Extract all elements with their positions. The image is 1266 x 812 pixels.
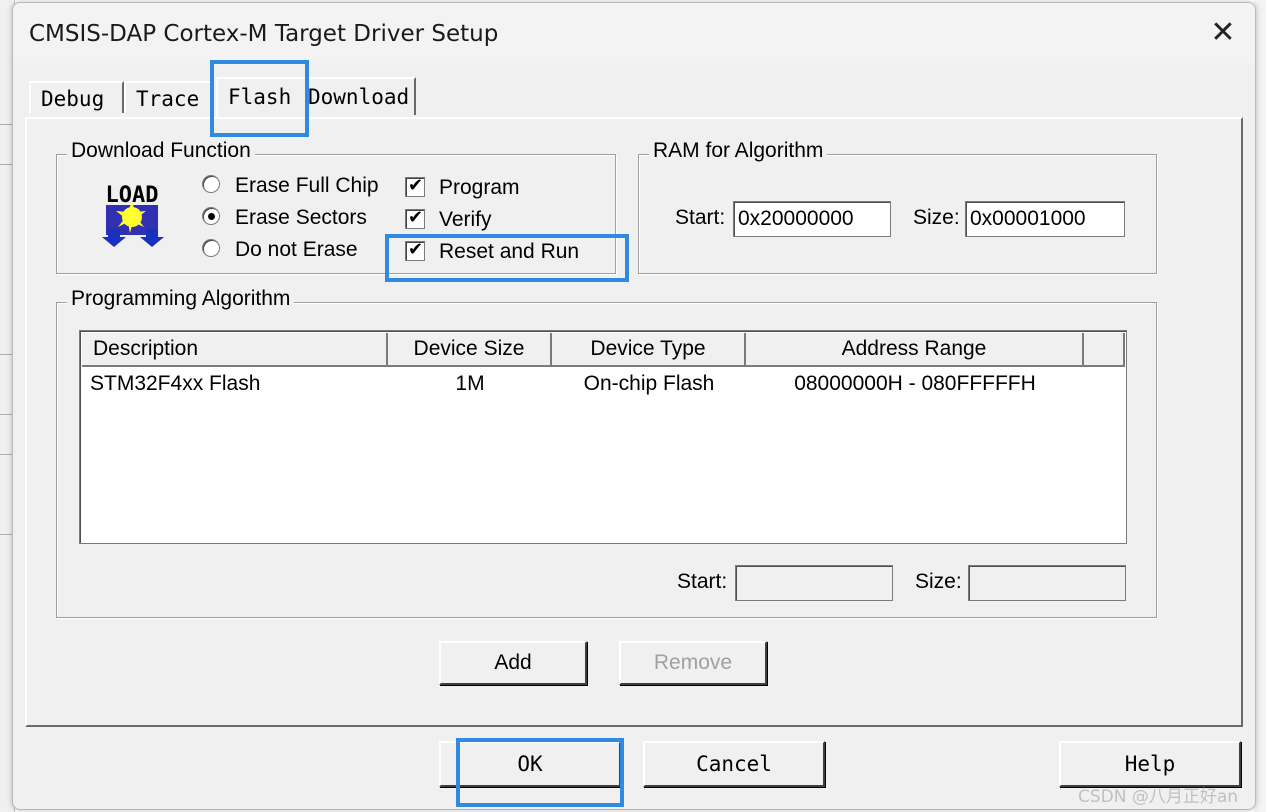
- row-description: STM32F4xx Flash: [90, 372, 261, 395]
- do-not-erase-label: Do not Erase: [235, 238, 358, 261]
- algorithm-start-input[interactable]: [735, 565, 893, 601]
- remove-button[interactable]: Remove: [619, 641, 767, 685]
- erase-sectors-label: Erase Sectors: [235, 206, 367, 229]
- column-header-address-range[interactable]: Address Range: [746, 333, 1084, 367]
- title-bar: CMSIS-DAP Cortex-M Target Driver Setup ✕: [13, 3, 1255, 63]
- checkbox-reset-and-run[interactable]: ✔: [405, 239, 425, 261]
- checkbox-program[interactable]: ✔: [405, 175, 425, 197]
- check-mark-icon: ✔: [408, 207, 424, 228]
- ram-size-input[interactable]: 0x00001000: [965, 201, 1125, 237]
- row-device-size: 1M: [455, 372, 485, 395]
- column-header-description[interactable]: Description: [82, 333, 388, 367]
- tab-trace-label: Trace: [136, 87, 200, 111]
- tab-trace[interactable]: Trace: [124, 81, 214, 113]
- dialog-window: CMSIS-DAP Cortex-M Target Driver Setup ✕…: [12, 2, 1256, 810]
- algorithm-size-label: Size:: [915, 570, 962, 593]
- column-header-device-size[interactable]: Device Size: [388, 333, 552, 367]
- column-header-address-range-label: Address Range: [841, 337, 987, 360]
- tab-download-label: Download: [308, 85, 410, 109]
- column-header-filler: [1084, 333, 1125, 367]
- help-button[interactable]: Help: [1059, 741, 1241, 787]
- column-header-description-label: Description: [93, 337, 199, 360]
- verify-label: Verify: [439, 208, 492, 231]
- row-address-range: 08000000H - 080FFFFFH: [794, 372, 1036, 395]
- radio-erase-full-chip[interactable]: [202, 175, 220, 193]
- checkbox-verify[interactable]: ✔: [405, 207, 425, 229]
- download-function-label: Download Function: [67, 139, 255, 163]
- dialog-title: CMSIS-DAP Cortex-M Target Driver Setup: [29, 21, 499, 47]
- erase-full-chip-label: Erase Full Chip: [235, 174, 379, 197]
- add-button[interactable]: Add: [439, 641, 587, 685]
- tab-debug-label: Debug: [41, 87, 105, 111]
- column-header-device-size-label: Device Size: [413, 337, 525, 360]
- radio-erase-sectors[interactable]: [202, 207, 220, 225]
- tab-debug[interactable]: Debug: [29, 81, 124, 113]
- radio-do-not-erase[interactable]: [202, 239, 220, 257]
- ram-start-label: Start:: [675, 206, 726, 229]
- check-mark-icon: ✔: [408, 239, 424, 260]
- cancel-button[interactable]: Cancel: [643, 741, 825, 787]
- ram-start-input[interactable]: 0x20000000: [733, 201, 891, 237]
- ram-for-algorithm-label: RAM for Algorithm: [649, 139, 828, 163]
- reset-and-run-label: Reset and Run: [439, 240, 580, 263]
- check-mark-icon: ✔: [408, 175, 424, 196]
- tab-download[interactable]: Download: [306, 77, 416, 115]
- ok-button[interactable]: OK: [439, 741, 621, 787]
- algorithm-list[interactable]: Description Device Size Device Type Addr…: [79, 330, 1127, 544]
- ram-size-label: Size:: [913, 206, 960, 229]
- algorithm-start-label: Start:: [677, 570, 728, 593]
- algorithm-size-input[interactable]: [968, 565, 1126, 601]
- programming-algorithm-label: Programming Algorithm: [67, 287, 295, 311]
- column-header-device-type[interactable]: Device Type: [552, 333, 746, 367]
- watermark-text: CSDN @八月正好an: [1078, 787, 1239, 807]
- program-label: Program: [439, 176, 520, 199]
- load-icon: LOAD: [100, 181, 164, 247]
- row-device-type: On-chip Flash: [583, 372, 715, 395]
- close-icon[interactable]: ✕: [1205, 15, 1241, 51]
- tab-flash[interactable]: Flash: [216, 77, 306, 117]
- tab-flash-label: Flash: [228, 85, 292, 109]
- column-header-device-type-label: Device Type: [590, 337, 706, 360]
- radio-selected-dot: [208, 213, 215, 220]
